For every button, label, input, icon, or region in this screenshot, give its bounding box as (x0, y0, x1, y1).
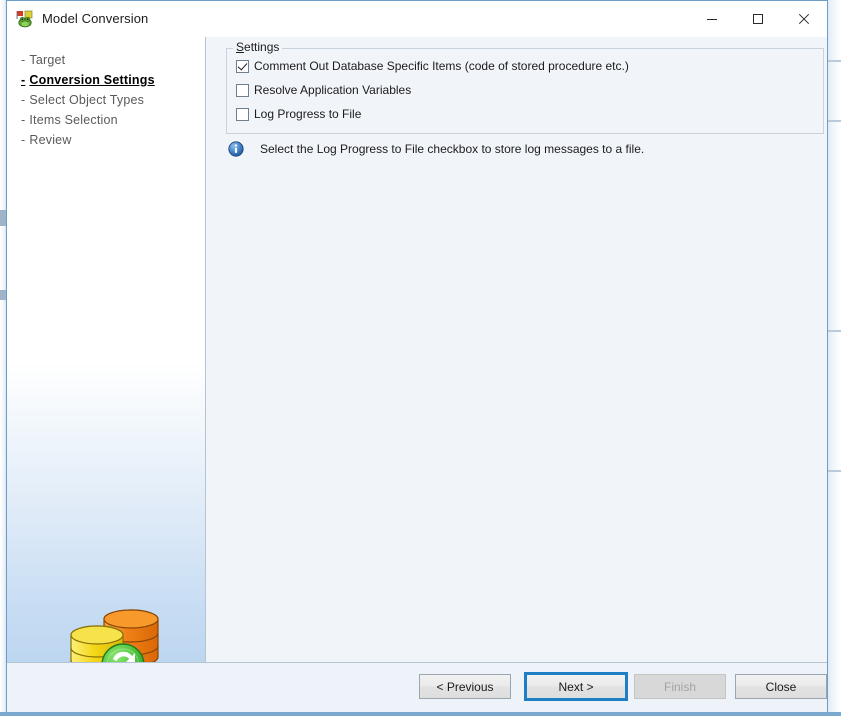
checkbox-log-progress-to-file[interactable]: Log Progress to File (236, 107, 361, 121)
info-icon (228, 141, 244, 157)
sidebar-item-conversion-settings[interactable]: - Conversion Settings (21, 70, 205, 90)
sidebar-item-review[interactable]: - Review (21, 130, 205, 150)
close-button[interactable]: Close (735, 674, 827, 699)
background-right-mark-2 (828, 120, 841, 122)
minimize-icon[interactable] (689, 1, 735, 36)
info-text: Select the Log Progress to File checkbox… (260, 142, 645, 156)
checkbox-label: Comment Out Database Specific Items (cod… (254, 59, 629, 73)
accelerator-letter: S (236, 40, 245, 54)
checkbox-box[interactable] (236, 107, 249, 121)
sidebar-item-label: Items Selection (29, 113, 118, 127)
sidebar-item-label: Conversion Settings (29, 73, 155, 87)
info-message: Select the Log Progress to File checkbox… (228, 141, 644, 157)
model-conversion-window: Model Conversion - Target - Conversion S… (6, 0, 828, 714)
database-sync-icon (59, 597, 169, 662)
title-bar: Model Conversion (7, 1, 827, 37)
bullet-dash: - (21, 53, 26, 67)
checkbox-label: Resolve Application Variables (254, 83, 412, 97)
sidebar-item-label: Review (29, 133, 72, 147)
finish-button: Finish (634, 674, 726, 699)
legend-rest: ettings (244, 40, 280, 54)
background-window-right (826, 0, 841, 716)
checkbox-label: Log Progress to File (254, 107, 362, 121)
window-body: - Target - Conversion Settings - Select Obj… (7, 37, 827, 662)
main-panel: Settings Comment Out Database Specific I… (206, 37, 827, 662)
maximize-icon[interactable] (735, 1, 781, 36)
wizard-step-list: - Target - Conversion Settings - Select Obj… (7, 37, 205, 150)
footer-button-bar: < Previous Next > Finish Close (7, 662, 827, 713)
bullet-dash: - (21, 93, 26, 107)
bullet-dash: - (21, 73, 26, 87)
sidebar-item-items-selection[interactable]: - Items Selection (21, 110, 205, 130)
checkbox-comment-out-database-specific-items[interactable]: Comment Out Database Specific Items (cod… (236, 59, 629, 73)
screen-root: Model Conversion - Target - Conversion S… (0, 0, 841, 716)
checkbox-box[interactable] (236, 83, 249, 97)
next-button[interactable]: Next > (524, 672, 628, 701)
window-title: Model Conversion (42, 11, 149, 26)
previous-button[interactable]: < Previous (419, 674, 511, 699)
settings-groupbox-label: Settings (233, 40, 283, 54)
background-right-mark-4 (828, 470, 841, 472)
window-bottom-edge (0, 712, 841, 716)
background-right-mark-3 (828, 330, 841, 332)
window-controls (689, 1, 827, 36)
sidebar-item-select-object-types[interactable]: - Select Object Types (21, 90, 205, 110)
wizard-sidebar: - Target - Conversion Settings - Select Obj… (7, 37, 206, 662)
frog-flag-icon (16, 10, 34, 28)
checkbox-resolve-application-variables[interactable]: Resolve Application Variables (236, 83, 411, 97)
sidebar-item-label: Select Object Types (29, 93, 145, 107)
checkbox-box[interactable] (236, 59, 249, 73)
bullet-dash: - (21, 133, 26, 147)
sidebar-item-label: Target (29, 53, 66, 67)
sidebar-item-target[interactable]: - Target (21, 50, 205, 70)
bullet-dash: - (21, 113, 26, 127)
close-icon[interactable] (781, 1, 827, 36)
background-right-mark-1 (828, 60, 841, 62)
